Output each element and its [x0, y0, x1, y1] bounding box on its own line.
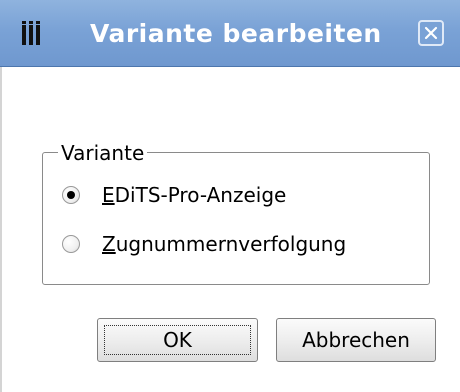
- cancel-button[interactable]: Abbrechen: [276, 318, 436, 362]
- app-icon[interactable]: [22, 21, 44, 45]
- focus-rectangle: [104, 325, 251, 355]
- window-title: Variante bearbeiten: [90, 19, 382, 48]
- close-button[interactable]: [418, 20, 444, 46]
- radio-label-zugnummern: Zugnummernverfolgung: [102, 232, 347, 256]
- title-bar[interactable]: Variante bearbeiten: [0, 0, 460, 67]
- dialog-window: Variante bearbeiten Variante EDiTS-Pro-A…: [0, 0, 460, 392]
- radio-label-edits: EDiTS-Pro-Anzeige: [102, 183, 287, 207]
- radio-button-selected[interactable]: [62, 186, 80, 204]
- radio-button[interactable]: [62, 235, 80, 253]
- group-label: Variante: [58, 141, 148, 165]
- cancel-button-label: Abbrechen: [302, 328, 410, 352]
- window-edge: [0, 67, 2, 392]
- radio-option-edits[interactable]: EDiTS-Pro-Anzeige: [62, 182, 286, 208]
- radio-dot: [67, 191, 75, 199]
- variant-groupbox: [42, 152, 430, 285]
- radio-option-zugnummern[interactable]: Zugnummernverfolgung: [62, 231, 346, 257]
- close-icon: [424, 26, 438, 40]
- ok-button[interactable]: OK: [97, 318, 258, 362]
